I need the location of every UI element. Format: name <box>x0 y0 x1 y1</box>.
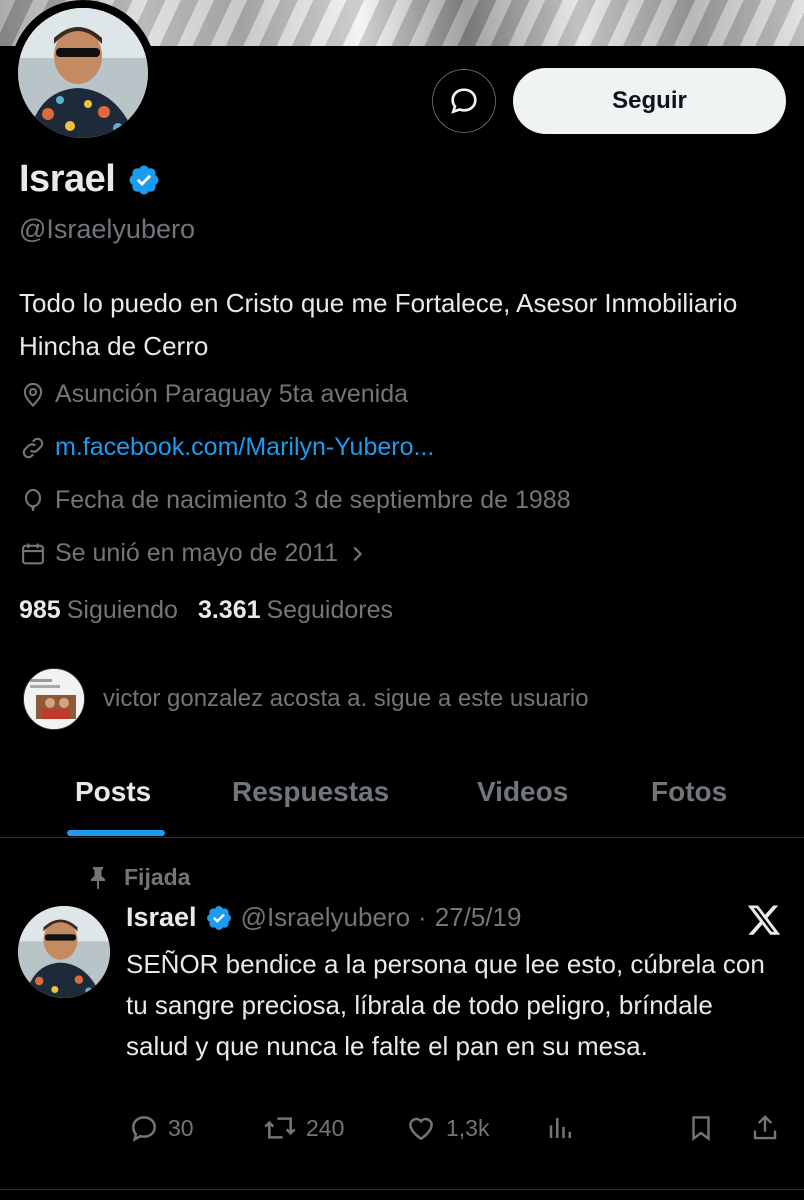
followed-by-row[interactable]: victor gonzalez acosta a. sigue a este u… <box>23 668 589 730</box>
profile-bio: Todo lo puedo en Cristo que me Fortalece… <box>19 288 738 361</box>
balloon-icon <box>24 488 42 511</box>
post-date[interactable]: 27/5/19 <box>435 902 522 933</box>
calendar-icon <box>22 543 44 564</box>
like-count: 1,3k <box>446 1114 490 1141</box>
x-logo-icon[interactable] <box>746 902 782 938</box>
profile-handle: @Israelyubero <box>19 214 195 244</box>
bookmark-icon <box>692 1116 710 1141</box>
repost-count: 240 <box>306 1114 345 1141</box>
website-link[interactable]: m.facebook.com/Marilyn-Yubero... <box>55 433 434 462</box>
message-icon <box>451 88 477 114</box>
post-text: SEÑOR bendice a la persona que lee esto,… <box>126 949 765 1061</box>
message-button[interactable] <box>432 69 496 133</box>
following-count[interactable]: 985 Siguiendo <box>19 596 178 625</box>
profile-avatar[interactable] <box>10 0 156 146</box>
location-text: Asunción Paraguay 5ta avenida <box>55 380 409 408</box>
location-icon <box>23 382 43 407</box>
post-author-name[interactable]: Israel <box>126 902 197 933</box>
post-separator: · <box>418 902 427 932</box>
profile-tabs: Posts Respuestas Videos Fotos <box>0 760 804 838</box>
chevron-right-icon <box>353 546 363 561</box>
like-icon <box>409 1117 433 1141</box>
follower-avatar[interactable] <box>23 668 85 730</box>
repost-icon <box>264 1117 296 1139</box>
tab-respuestas[interactable]: Respuestas <box>232 776 389 808</box>
pin-icon <box>91 866 105 890</box>
joined-text: Se unió en mayo de 2011 <box>55 539 339 567</box>
profile-joined[interactable]: Se unió en mayo de 2011 <box>19 539 368 568</box>
reply-icon <box>132 1116 156 1142</box>
followers-count[interactable]: 3.361 Seguidores <box>198 596 393 625</box>
post-author-avatar[interactable] <box>18 906 110 998</box>
profile-name-row: Israel <box>19 158 161 201</box>
reply-button[interactable]: 30 <box>128 1112 194 1144</box>
bookmark-button[interactable] <box>686 1112 716 1144</box>
verified-badge-icon[interactable] <box>127 163 161 197</box>
follow-counts: 985 Siguiendo 3.361 Seguidores <box>19 596 393 625</box>
follow-button[interactable]: Seguir <box>513 68 786 134</box>
followed-by-text: victor gonzalez acosta a. sigue a este u… <box>103 685 589 712</box>
post-header: Israel @Israelyubero · 27/5/19 <box>126 902 521 933</box>
verified-badge-icon[interactable] <box>205 904 233 932</box>
views-icon <box>549 1118 571 1138</box>
profile-website[interactable]: m.facebook.com/Marilyn-Yubero... <box>19 433 434 462</box>
post-author-handle[interactable]: @Israelyubero <box>241 902 410 933</box>
post-actions: 30 240 1,3k <box>0 1112 804 1156</box>
tab-videos[interactable]: Videos <box>477 776 568 808</box>
like-button[interactable]: 1,3k <box>404 1112 489 1144</box>
repost-button[interactable]: 240 <box>262 1112 344 1144</box>
birthday-text: Fecha de nacimiento 3 de septiembre de 1… <box>55 486 571 514</box>
pinned-label: Fijada <box>124 864 191 890</box>
share-button[interactable] <box>750 1112 780 1144</box>
tab-fotos[interactable]: Fotos <box>651 776 727 808</box>
link-icon <box>22 437 44 458</box>
views-button[interactable] <box>546 1112 576 1144</box>
tab-posts[interactable]: Posts <box>75 776 151 808</box>
profile-location: Asunción Paraguay 5ta avenida <box>19 380 408 409</box>
divider <box>0 1189 804 1190</box>
profile-birthday: Fecha de nacimiento 3 de septiembre de 1… <box>19 486 571 515</box>
reply-count: 30 <box>168 1114 194 1141</box>
profile-name: Israel <box>19 158 116 200</box>
share-icon <box>753 1115 777 1140</box>
active-tab-indicator <box>67 830 165 836</box>
pinned-indicator: Fijada <box>88 864 190 891</box>
